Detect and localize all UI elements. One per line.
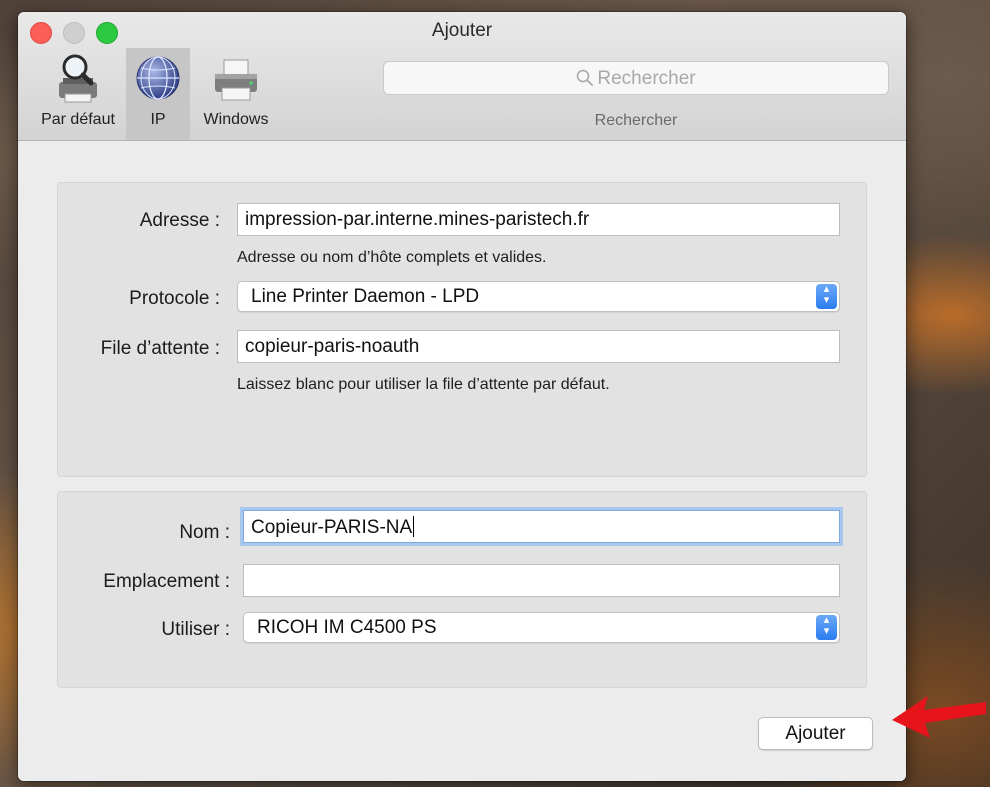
driver-value: RICOH IM C4500 PS bbox=[257, 617, 437, 638]
queue-help: Laissez blanc pour utiliser la file d’at… bbox=[237, 376, 610, 393]
name-value: Copieur-PARIS-NA bbox=[251, 517, 413, 538]
search-input[interactable]: Rechercher bbox=[383, 61, 889, 95]
name-label: Nom : bbox=[179, 522, 230, 543]
search-caption: Rechercher bbox=[594, 112, 678, 129]
address-field[interactable]: impression-par.interne.mines-paristech.f… bbox=[237, 203, 840, 236]
magnifier-printer-icon bbox=[59, 54, 97, 103]
search-icon bbox=[577, 69, 594, 86]
titlebar-toolbar: Ajouter Par défaut IP Windows Rechercher… bbox=[18, 12, 906, 141]
tab-default-label: Par défaut bbox=[41, 111, 115, 128]
tab-ip-label: IP bbox=[150, 111, 166, 128]
tab-windows-label: Windows bbox=[203, 111, 269, 128]
use-label: Utiliser : bbox=[161, 619, 230, 640]
search-placeholder-wrap: Rechercher bbox=[384, 68, 888, 90]
address-section: Adresse : impression-par.interne.mines-p… bbox=[57, 182, 867, 477]
add-button[interactable]: Ajouter bbox=[758, 717, 873, 750]
add-printer-window: Ajouter Par défaut IP Windows Rechercher… bbox=[18, 12, 906, 781]
popup-stepper-icon: ▴ ▾ bbox=[816, 615, 837, 640]
content-area: Adresse : impression-par.interne.mines-p… bbox=[18, 141, 906, 781]
location-label: Emplacement : bbox=[103, 571, 230, 592]
red-arrow-annotation-icon bbox=[892, 696, 986, 738]
protocol-label: Protocole : bbox=[129, 288, 220, 309]
globe-icon bbox=[136, 56, 180, 100]
queue-label: File d’attente : bbox=[100, 338, 220, 359]
text-caret bbox=[413, 516, 415, 537]
driver-popup[interactable]: RICOH IM C4500 PS ▴ ▾ bbox=[243, 612, 840, 643]
protocol-value: Line Printer Daemon - LPD bbox=[251, 286, 480, 307]
popup-stepper-icon: ▴ ▾ bbox=[816, 284, 837, 309]
printer-section: Nom : Copieur-PARIS-NA Emplacement : Uti… bbox=[57, 491, 867, 688]
address-label: Adresse : bbox=[139, 210, 220, 231]
window-title: Ajouter bbox=[431, 20, 493, 41]
search-placeholder: Rechercher bbox=[597, 68, 696, 89]
tab-default[interactable]: Par défaut bbox=[30, 48, 126, 140]
queue-field[interactable]: copieur-paris-noauth bbox=[237, 330, 840, 363]
tab-windows[interactable]: Windows bbox=[190, 48, 282, 140]
printer-icon bbox=[215, 59, 257, 101]
protocol-popup[interactable]: Line Printer Daemon - LPD ▴ ▾ bbox=[237, 281, 840, 312]
tab-ip[interactable]: IP bbox=[126, 48, 190, 140]
location-field[interactable] bbox=[243, 564, 840, 597]
address-help: Adresse ou nom d’hôte complets et valide… bbox=[237, 249, 547, 266]
name-field[interactable]: Copieur-PARIS-NA bbox=[243, 510, 840, 543]
